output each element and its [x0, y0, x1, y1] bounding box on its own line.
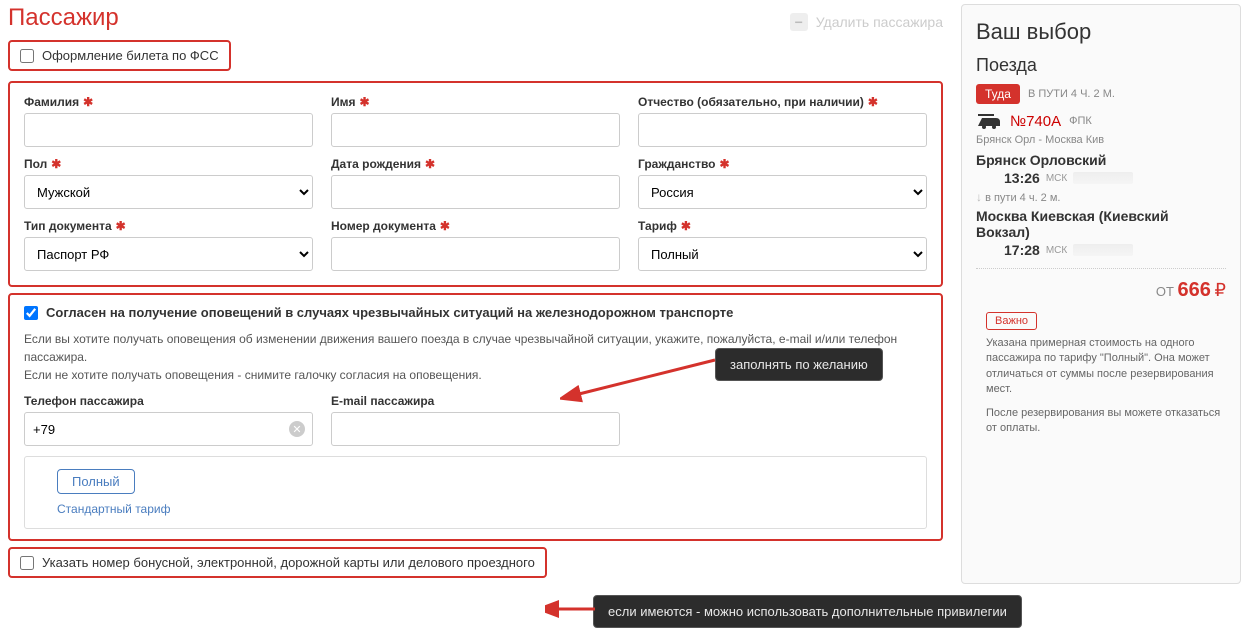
docnum-input[interactable] [331, 237, 620, 271]
surname-label: Фамилия✱ [24, 95, 313, 109]
email-label: E-mail пассажира [331, 394, 620, 408]
route-small: Брянск Орл - Москва Кив [976, 134, 1226, 146]
tariff-info-box: Полный Стандартный тариф [24, 456, 927, 529]
doctype-select[interactable]: Паспорт РФ [24, 237, 313, 271]
train-number: №740А [1010, 113, 1061, 130]
patronymic-input[interactable] [638, 113, 927, 147]
direction-pill: Туда [976, 84, 1020, 104]
important-badge: Важно [986, 312, 1037, 330]
email-input[interactable] [331, 412, 620, 446]
gender-label: Пол✱ [24, 157, 313, 171]
remove-passenger-button[interactable]: − Удалить пассажира [790, 13, 943, 31]
callout-bonus: если имеются - можно использовать дополн… [593, 595, 1022, 628]
notifications-checkbox-input[interactable] [24, 306, 38, 320]
enroute: в пути 4 ч. 2 м. [985, 192, 1060, 204]
fss-checkbox[interactable]: Оформление билета по ФСС [20, 48, 219, 63]
minus-icon: − [790, 13, 808, 31]
travel-time-top: В ПУТИ 4 Ч. 2 М. [1028, 88, 1115, 100]
date-masked-2 [1073, 244, 1133, 256]
sidebar-header: Ваш выбор [976, 19, 1226, 45]
tariff-select[interactable]: Полный [638, 237, 927, 271]
patronymic-label: Отчество (обязательно, при наличии)✱ [638, 95, 927, 109]
train-operator: ФПК [1069, 115, 1092, 127]
citizenship-label: Гражданство✱ [638, 157, 927, 171]
dob-label: Дата рождения✱ [331, 157, 620, 171]
sidebar: Ваш выбор Поезда Туда В ПУТИ 4 Ч. 2 М. №… [961, 4, 1241, 584]
fss-checkbox-input[interactable] [20, 49, 34, 63]
notifications-checkbox[interactable]: Согласен на получение оповещений в случа… [24, 305, 927, 320]
clear-icon[interactable]: ✕ [289, 421, 305, 437]
from-station: Брянск Орловский [976, 152, 1226, 168]
bonus-label: Указать номер бонусной, электронной, дор… [42, 555, 535, 570]
notifications-label: Согласен на получение оповещений в случа… [46, 305, 733, 320]
train-icon [976, 112, 1002, 130]
fss-label: Оформление билета по ФСС [42, 48, 219, 63]
tz2: МСК [1046, 245, 1067, 256]
docnum-label: Номер документа✱ [331, 219, 620, 233]
date-masked [1073, 172, 1133, 184]
to-time: 17:28 [1004, 242, 1040, 258]
name-input[interactable] [331, 113, 620, 147]
price-row: ОТ 666 ₽ [976, 279, 1226, 302]
bonus-checkbox-input[interactable] [20, 556, 34, 570]
doctype-label: Тип документа✱ [24, 219, 313, 233]
tariff-label: Тариф✱ [638, 219, 927, 233]
sidebar-trains-label: Поезда [976, 55, 1226, 76]
callout-optional: заполнять по желанию [715, 348, 883, 381]
name-label: Имя✱ [331, 95, 620, 109]
from-time: 13:26 [1004, 170, 1040, 186]
to-station: Москва Киевская (Киевский Вокзал) [976, 208, 1226, 240]
phone-label: Телефон пассажира [24, 394, 313, 408]
remove-passenger-label: Удалить пассажира [816, 14, 943, 30]
tz1: МСК [1046, 173, 1067, 184]
tariff-desc: Стандартный тариф [57, 502, 914, 516]
surname-input[interactable] [24, 113, 313, 147]
citizenship-select[interactable]: Россия [638, 175, 927, 209]
page-title: Пассажир [8, 4, 119, 32]
ruble-icon: ₽ [1215, 280, 1226, 300]
bonus-checkbox[interactable]: Указать номер бонусной, электронной, дор… [20, 555, 535, 570]
arrow-down-icon: ↓ [976, 190, 982, 204]
phone-input[interactable] [24, 412, 313, 446]
arrow-icon-2 [545, 598, 600, 620]
important-text-1: Указана примерная стоимость на одного па… [986, 336, 1226, 398]
important-text-2: После резервирования вы можете отказатьс… [986, 406, 1226, 437]
dob-input[interactable] [331, 175, 620, 209]
tariff-pill: Полный [57, 469, 135, 494]
price: 666 [1178, 279, 1211, 301]
gender-select[interactable]: Мужской [24, 175, 313, 209]
